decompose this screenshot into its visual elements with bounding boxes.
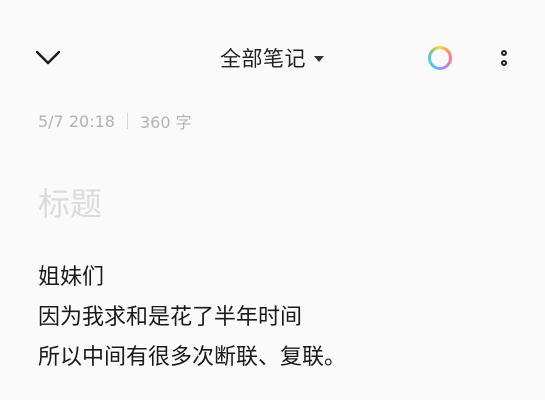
vertical-dots-icon bbox=[501, 60, 507, 66]
note-line: 所以中间有很多次断联、复联。 bbox=[38, 345, 347, 370]
note-line: 姐妹们 bbox=[38, 265, 105, 290]
theme-button[interactable] bbox=[424, 42, 456, 74]
vertical-dots-icon bbox=[501, 50, 507, 56]
note-title-input[interactable] bbox=[38, 182, 508, 226]
note-meta: 5/7 20:18 360 字 bbox=[38, 110, 192, 133]
caret-down-icon bbox=[314, 56, 324, 62]
folder-dropdown[interactable]: 全部笔记 bbox=[220, 40, 324, 76]
note-date: 5/7 20:18 bbox=[38, 111, 115, 131]
note-body[interactable]: 姐妹们 因为我求和是花了半年时间 所以中间有很多次断联、复联。 bbox=[38, 258, 518, 378]
word-count: 360 字 bbox=[139, 113, 192, 132]
note-line: 因为我求和是花了半年时间 bbox=[38, 305, 303, 330]
meta-divider bbox=[126, 113, 128, 129]
more-options-button[interactable] bbox=[488, 40, 520, 76]
color-ring-icon bbox=[428, 46, 452, 70]
back-button[interactable] bbox=[28, 38, 68, 78]
folder-label: 全部笔记 bbox=[220, 47, 306, 71]
chevron-down-icon bbox=[35, 50, 61, 65]
top-bar: 全部笔记 bbox=[0, 0, 545, 110]
